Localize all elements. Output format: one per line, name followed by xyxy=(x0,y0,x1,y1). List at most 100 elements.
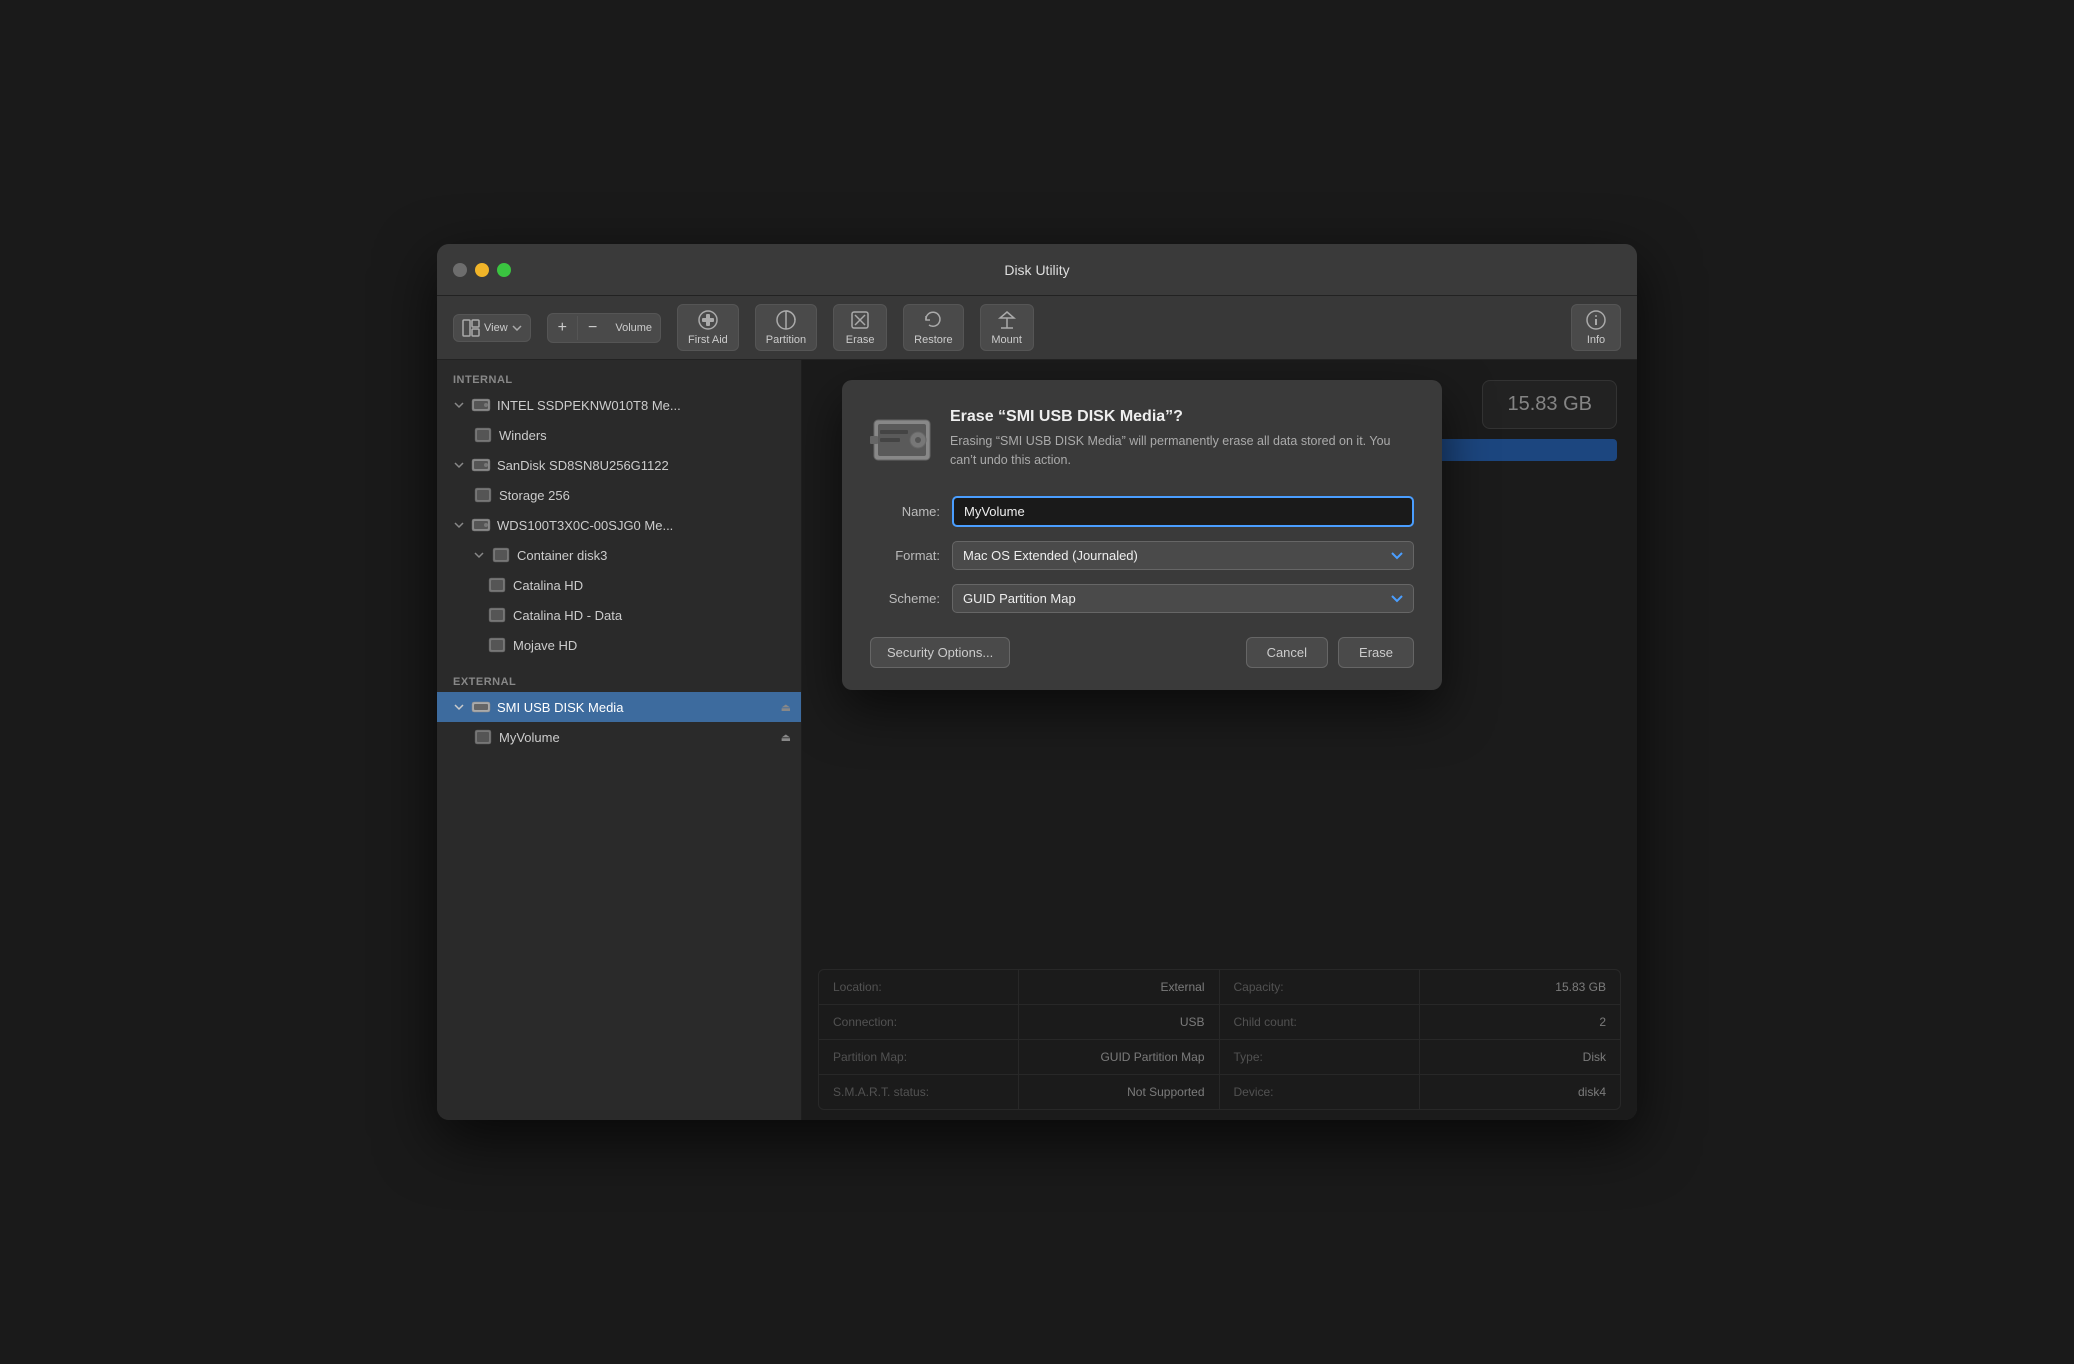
close-button[interactable] xyxy=(453,263,467,277)
app-window: Disk Utility View + − Volume xyxy=(437,244,1637,1120)
restore-label: Restore xyxy=(914,334,953,346)
sidebar-item-label: Winders xyxy=(499,428,547,443)
first-aid-button[interactable]: First Aid xyxy=(677,304,739,351)
erase-dialog: Erase “SMI USB DISK Media”? Erasing “SMI… xyxy=(842,380,1442,690)
sidebar-item-label: Catalina HD - Data xyxy=(513,608,622,623)
chevron-down-icon xyxy=(453,459,465,471)
view-button[interactable]: View xyxy=(453,314,531,342)
sidebar: Internal INTEL SSDPEKNW010T8 Me... xyxy=(437,360,802,1120)
sidebar-item-label: Storage 256 xyxy=(499,488,570,503)
sidebar-item-label: SMI USB DISK Media xyxy=(497,700,623,715)
content-area: 15.83 GB Location: External Capacity: 15… xyxy=(802,360,1637,1120)
drive-icon xyxy=(471,455,491,475)
name-input[interactable] xyxy=(952,496,1414,527)
sidebar-item-winders[interactable]: Winders xyxy=(437,420,801,450)
external-section-header: External xyxy=(437,672,801,692)
modal-overlay: Erase “SMI USB DISK Media”? Erasing “SMI… xyxy=(802,360,1637,1120)
window-title: Disk Utility xyxy=(1004,262,1069,278)
first-aid-icon xyxy=(697,309,719,331)
sidebar-item-smi-usb[interactable]: SMI USB DISK Media ⏏ xyxy=(437,692,801,722)
sidebar-item-storage256[interactable]: Storage 256 xyxy=(437,480,801,510)
sidebar-item-label: SanDisk SD8SN8U256G1122 xyxy=(497,458,669,473)
sidebar-item-label: MyVolume xyxy=(499,730,560,745)
volume-icon xyxy=(473,485,493,505)
mount-button[interactable]: Mount xyxy=(980,304,1034,351)
partition-button[interactable]: Partition xyxy=(755,304,817,351)
view-icon xyxy=(462,319,480,337)
drive-icon xyxy=(471,395,491,415)
scheme-row: Scheme: GUID Partition Map Master Boot R… xyxy=(870,584,1414,613)
sidebar-item-label: Catalina HD xyxy=(513,578,583,593)
sidebar-item-catalina-hd[interactable]: Catalina HD xyxy=(437,570,801,600)
sidebar-item-container-disk3[interactable]: Container disk3 xyxy=(437,540,801,570)
format-select[interactable]: Mac OS Extended (Journaled) Mac OS Exten… xyxy=(952,541,1414,570)
modal-description: Erasing “SMI USB DISK Media” will perman… xyxy=(950,432,1414,470)
maximize-button[interactable] xyxy=(497,263,511,277)
erase-label: Erase xyxy=(846,334,875,346)
scheme-label: Scheme: xyxy=(870,591,940,606)
sidebar-item-myvolume[interactable]: MyVolume ⏏ xyxy=(437,722,801,752)
modal-header-text: Erase “SMI USB DISK Media”? Erasing “SMI… xyxy=(950,408,1414,472)
partition-icon xyxy=(775,309,797,331)
erase-icon xyxy=(849,309,871,331)
remove-volume-button[interactable]: − xyxy=(578,314,607,342)
name-row: Name: xyxy=(870,496,1414,527)
sidebar-item-label: Mojave HD xyxy=(513,638,577,653)
sidebar-item-label: WDS100T3X0C-00SJG0 Me... xyxy=(497,518,673,533)
sidebar-item-catalina-hd-data[interactable]: Catalina HD - Data xyxy=(437,600,801,630)
chevron-down-icon xyxy=(453,399,465,411)
volume-label: Volume xyxy=(607,322,660,334)
modal-actions: Cancel Erase xyxy=(1246,637,1414,668)
restore-icon xyxy=(922,309,944,331)
chevron-down-icon xyxy=(453,701,465,713)
format-row: Format: Mac OS Extended (Journaled) Mac … xyxy=(870,541,1414,570)
eject-icon[interactable]: ⏏ xyxy=(781,701,791,714)
sidebar-item-label: Container disk3 xyxy=(517,548,607,563)
sidebar-item-wds[interactable]: WDS100T3X0C-00SJG0 Me... xyxy=(437,510,801,540)
chevron-down-icon xyxy=(473,549,485,561)
partition-label: Partition xyxy=(766,334,806,346)
mount-label: Mount xyxy=(991,334,1022,346)
sidebar-item-intel-ssd[interactable]: INTEL SSDPEKNW010T8 Me... xyxy=(437,390,801,420)
sidebar-item-mojave-hd[interactable]: Mojave HD xyxy=(437,630,801,660)
toolbar: View + − Volume First Aid xyxy=(437,296,1637,360)
erase-button[interactable]: Erase xyxy=(833,304,887,351)
add-volume-button[interactable]: + xyxy=(548,314,577,342)
drive-icon xyxy=(471,515,491,535)
security-options-button[interactable]: Security Options... xyxy=(870,637,1010,668)
modal-header: Erase “SMI USB DISK Media”? Erasing “SMI… xyxy=(870,408,1414,472)
info-label: Info xyxy=(1587,334,1605,346)
scheme-select[interactable]: GUID Partition Map Master Boot Record Ap… xyxy=(952,584,1414,613)
volume-icon xyxy=(487,635,507,655)
sidebar-item-label: INTEL SSDPEKNW010T8 Me... xyxy=(497,398,681,413)
name-label: Name: xyxy=(870,504,940,519)
chevron-down-icon xyxy=(512,325,522,331)
minimize-button[interactable] xyxy=(475,263,489,277)
eject-icon[interactable]: ⏏ xyxy=(781,731,791,744)
internal-section-header: Internal xyxy=(437,370,801,390)
first-aid-label: First Aid xyxy=(688,334,728,346)
modal-footer: Security Options... Cancel Erase xyxy=(870,637,1414,668)
titlebar: Disk Utility xyxy=(437,244,1637,296)
volume-icon xyxy=(473,425,493,445)
cancel-button[interactable]: Cancel xyxy=(1246,637,1328,668)
volume-icon xyxy=(473,727,493,747)
mount-icon xyxy=(996,309,1018,331)
modal-form: Name: Format: Mac OS Extended (Journaled… xyxy=(870,496,1414,613)
info-icon xyxy=(1585,309,1607,331)
view-label: View xyxy=(484,322,508,334)
volume-icon xyxy=(487,605,507,625)
container-icon xyxy=(491,545,511,565)
restore-button[interactable]: Restore xyxy=(903,304,964,351)
info-button[interactable]: Info xyxy=(1571,304,1621,351)
format-label: Format: xyxy=(870,548,940,563)
sidebar-item-sandisk[interactable]: SanDisk SD8SN8U256G1122 xyxy=(437,450,801,480)
traffic-lights xyxy=(453,263,511,277)
volume-icon xyxy=(487,575,507,595)
chevron-down-icon xyxy=(453,519,465,531)
modal-disk-image xyxy=(870,408,934,472)
volume-group: + − Volume xyxy=(547,313,661,343)
erase-confirm-button[interactable]: Erase xyxy=(1338,637,1414,668)
main-area: Internal INTEL SSDPEKNW010T8 Me... xyxy=(437,360,1637,1120)
usb-drive-icon xyxy=(471,697,491,717)
